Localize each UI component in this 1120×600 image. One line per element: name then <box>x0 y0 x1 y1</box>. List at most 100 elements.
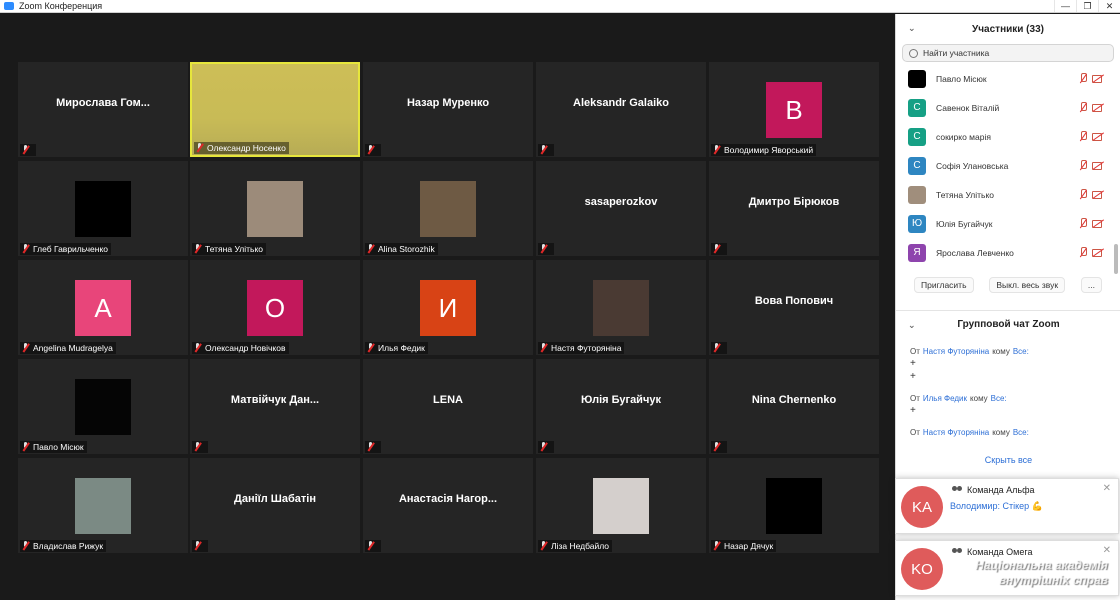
mic-muted-icon[interactable] <box>1078 73 1088 84</box>
camera-off-icon[interactable] <box>1092 160 1104 170</box>
watermark-line2: внутрішніх справ <box>998 573 1108 587</box>
participant-row[interactable]: С Савенок Віталій <box>896 93 1120 122</box>
group-icon <box>952 486 963 494</box>
profile-picture <box>766 478 822 534</box>
video-tile[interactable]: О Олександр Новічков <box>190 260 360 355</box>
search-placeholder: Найти участника <box>923 48 990 58</box>
mic-muted-icon <box>366 541 375 551</box>
participant-name: Анастасія Нагор... <box>398 492 498 505</box>
video-tile[interactable]: LENA <box>363 359 533 454</box>
tile-name: Олександр Новічков <box>205 343 286 353</box>
camera-off-icon[interactable] <box>1092 218 1104 228</box>
avatar: Ю <box>908 214 926 233</box>
avatar: С <box>908 98 926 117</box>
mute-all-button[interactable]: Выкл. весь звук <box>989 277 1066 293</box>
video-tile[interactable]: Настя Футоряніна <box>536 260 706 355</box>
mic-muted-icon <box>21 343 30 353</box>
video-gallery: Мирослава Гом... Олександр Носенко Назар М… <box>0 14 895 600</box>
chat-recipient[interactable]: Все: <box>1013 347 1029 356</box>
chat-spacer <box>910 439 1107 447</box>
video-tile[interactable]: Alina Storozhik <box>363 161 533 256</box>
video-tile[interactable]: Глеб Гаврильченко <box>18 161 188 256</box>
chat-recipient[interactable]: Все: <box>1013 428 1029 437</box>
hide-all-link[interactable]: Скрыть все <box>896 455 1120 471</box>
tile-label <box>192 540 208 552</box>
camera-off-icon[interactable] <box>1092 247 1104 257</box>
mic-muted-icon <box>539 145 548 155</box>
tile-name: Илья Федик <box>378 343 425 353</box>
tile-label: Настя Футоряніна <box>538 342 625 354</box>
mic-muted-icon <box>712 442 721 452</box>
video-tile[interactable]: A Angelina Mudragelya <box>18 260 188 355</box>
participant-search-input[interactable]: Найти участника <box>902 44 1114 62</box>
participant-name: Назар Муренко <box>406 96 490 109</box>
chat-sender[interactable]: Настя Футоряніна <box>923 347 989 356</box>
avatar: С <box>908 156 926 175</box>
video-tile[interactable]: Олександр Носенко <box>190 62 360 157</box>
chevron-down-icon[interactable]: ⌄ <box>908 23 916 34</box>
camera-off-icon[interactable] <box>1092 189 1104 199</box>
camera-off-icon[interactable] <box>1092 131 1104 141</box>
tile-label <box>365 144 381 156</box>
camera-off-icon[interactable] <box>1092 73 1104 83</box>
video-tile[interactable]: Анастасія Нагор... <box>363 458 533 553</box>
video-tile[interactable]: Aleksandr Galaiko <box>536 62 706 157</box>
avatar: О <box>247 280 303 336</box>
team-name: Команда Омега <box>967 547 1033 557</box>
participant-row[interactable]: Павло Місюк <box>896 64 1120 93</box>
participant-row[interactable]: Ю Юлія Бугайчук <box>896 209 1120 238</box>
video-tile[interactable]: Nina Chernenko <box>709 359 879 454</box>
mic-muted-icon <box>539 244 548 254</box>
chevron-down-icon[interactable]: ⌄ <box>908 320 916 331</box>
invite-button[interactable]: Пригласить <box>914 277 974 293</box>
mic-muted-icon[interactable] <box>1078 247 1088 258</box>
tile-label <box>20 144 36 156</box>
video-tile[interactable]: Ліза Недбайло <box>536 458 706 553</box>
chat-sender[interactable]: Илья Федик <box>923 394 967 403</box>
participants-scrollbar[interactable] <box>1114 244 1118 274</box>
participant-name: Aleksandr Galaiko <box>573 96 669 109</box>
video-tile[interactable]: Дмитро Бірюков <box>709 161 879 256</box>
participant-name: Даніїл Шабатін <box>234 492 316 505</box>
video-tile[interactable]: Тетяна Улітько <box>190 161 360 256</box>
chat-sender[interactable]: Настя Футоряніна <box>923 428 989 437</box>
more-button[interactable]: ... <box>1080 277 1102 293</box>
close-icon[interactable]: ✕ <box>1103 545 1111 556</box>
tile-name: Тетяна Улітько <box>205 244 263 254</box>
video-tile[interactable]: Юлія Бугайчук <box>536 359 706 454</box>
close-window-button[interactable]: ✕ <box>1098 0 1120 12</box>
video-tile[interactable]: В Володимир Яворський <box>709 62 879 157</box>
mic-muted-icon <box>21 442 30 452</box>
video-tile[interactable]: Назар Муренко <box>363 62 533 157</box>
avatar <box>908 69 926 88</box>
mic-muted-icon[interactable] <box>1078 160 1088 171</box>
mic-muted-icon[interactable] <box>1078 131 1088 142</box>
chat-recipient[interactable]: Все: <box>991 394 1007 403</box>
video-tile[interactable]: И Илья Федик <box>363 260 533 355</box>
video-tile[interactable]: Вова Попович <box>709 260 879 355</box>
participant-row[interactable]: Я Ярослава Левченко <box>896 238 1120 267</box>
mic-muted-icon[interactable] <box>1078 218 1088 229</box>
video-tile[interactable]: Даніїл Шабатін <box>190 458 360 553</box>
mic-muted-icon[interactable] <box>1078 102 1088 113</box>
video-tile[interactable]: Владислав Рижук <box>18 458 188 553</box>
profile-picture <box>75 379 131 435</box>
close-icon[interactable]: ✕ <box>1103 483 1111 494</box>
chat-spacer <box>910 418 1107 426</box>
chat-header: ⌄ Групповой чат Zoom <box>896 311 1120 337</box>
video-tile[interactable]: Назар Дячук <box>709 458 879 553</box>
video-tile[interactable]: Мирослава Гом... <box>18 62 188 157</box>
maximize-button[interactable]: ❐ <box>1076 0 1098 12</box>
video-tile[interactable]: Матвійчук Дан... <box>190 359 360 454</box>
participant-row[interactable]: Ссокирко марія <box>896 122 1120 151</box>
camera-off-icon[interactable] <box>1092 102 1104 112</box>
minimize-button[interactable]: — <box>1054 0 1076 12</box>
participant-row[interactable]: С Софія Улановська <box>896 151 1120 180</box>
video-tile[interactable]: Павло Місюк <box>18 359 188 454</box>
avatar: С <box>908 127 926 146</box>
notification-card[interactable]: KA Команда Альфа Володимир: Стікер 💪 ✕ <box>895 478 1119 534</box>
participant-row[interactable]: Тетяна Улітько <box>896 180 1120 209</box>
mic-muted-icon[interactable] <box>1078 189 1088 200</box>
mic-muted-icon <box>21 244 30 254</box>
video-tile[interactable]: sasaperozkov <box>536 161 706 256</box>
